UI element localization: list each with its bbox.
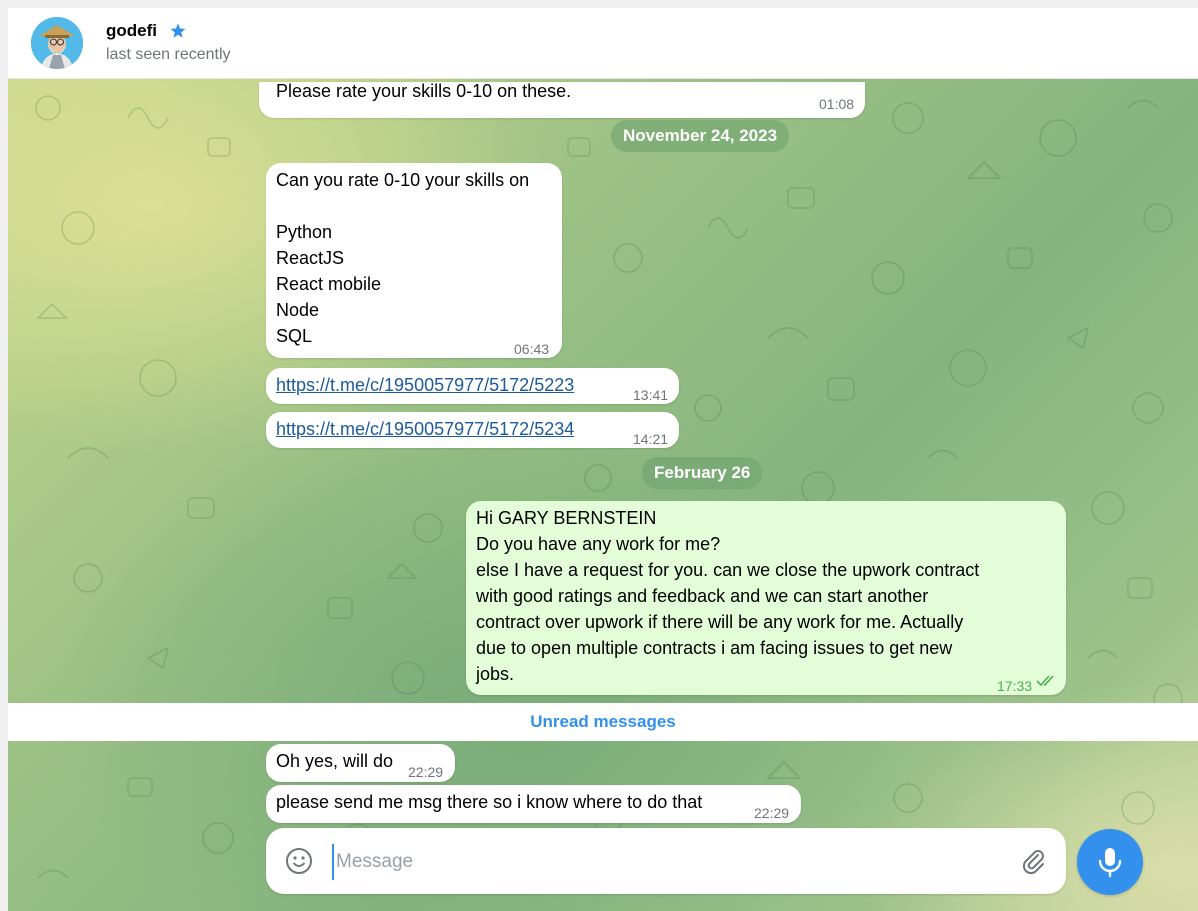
message-time: 14:21 bbox=[633, 431, 669, 447]
message-out[interactable]: Hi GARY BERNSTEIN Do you have any work f… bbox=[466, 501, 1066, 695]
message-link[interactable]: https://t.me/c/1950057977/5172/5223 bbox=[276, 375, 574, 395]
unread-messages-divider: Unread messages bbox=[8, 703, 1198, 741]
message-in[interactable]: https://t.me/c/1950057977/5172/5234 14:2… bbox=[266, 412, 679, 448]
peer-status: last seen recently bbox=[106, 46, 231, 63]
smile-icon[interactable] bbox=[284, 846, 314, 876]
message-in[interactable]: please send me msg there so i know where… bbox=[266, 785, 801, 823]
message-time: 22:29 bbox=[754, 805, 790, 821]
message-text: Please rate your skills 0-10 on these. bbox=[276, 81, 572, 101]
avatar[interactable] bbox=[31, 17, 83, 69]
microphone-button[interactable] bbox=[1077, 829, 1143, 895]
message-link[interactable]: https://t.me/c/1950057977/5172/5234 bbox=[276, 419, 574, 439]
message-in[interactable]: https://t.me/c/1950057977/5172/5223 13:4… bbox=[266, 368, 679, 404]
star-icon bbox=[170, 23, 186, 38]
message-time: 22:29 bbox=[408, 764, 444, 780]
message-text: Can you rate 0-10 your skills on Python … bbox=[276, 170, 530, 346]
message-time: 06:43 bbox=[514, 341, 550, 357]
chat-header[interactable]: godefi last seen recently bbox=[8, 8, 1198, 79]
message-time: 13:41 bbox=[633, 387, 669, 403]
message-text: Oh yes, will do bbox=[276, 751, 394, 771]
date-label: November 24, 2023 bbox=[623, 126, 778, 145]
date-separator[interactable]: November 24, 2023 bbox=[611, 120, 790, 152]
message-time: 01:08 bbox=[819, 96, 855, 112]
message-text: Hi GARY BERNSTEIN Do you have any work f… bbox=[476, 508, 980, 684]
message-text: please send me msg there so i know where… bbox=[276, 792, 703, 812]
chat-window: godefi last seen recently Please rate yo… bbox=[8, 8, 1198, 911]
message-in[interactable]: Can you rate 0-10 your skills on Python … bbox=[266, 163, 562, 358]
message-in[interactable]: Oh yes, will do 22:29 bbox=[266, 744, 455, 782]
message-input[interactable] bbox=[332, 844, 998, 880]
microphone-icon bbox=[1098, 848, 1122, 878]
date-label: February 26 bbox=[654, 463, 751, 482]
peer-name[interactable]: godefi bbox=[106, 21, 157, 41]
double-check-icon bbox=[1036, 675, 1054, 687]
paperclip-icon[interactable] bbox=[1018, 846, 1048, 876]
message-in[interactable]: Please rate your skills 0-10 on these. 0… bbox=[259, 81, 865, 118]
message-composer bbox=[266, 828, 1066, 894]
message-time: 17:33 bbox=[997, 678, 1033, 694]
unread-label: Unread messages bbox=[530, 712, 676, 731]
date-separator[interactable]: February 26 bbox=[642, 457, 763, 489]
